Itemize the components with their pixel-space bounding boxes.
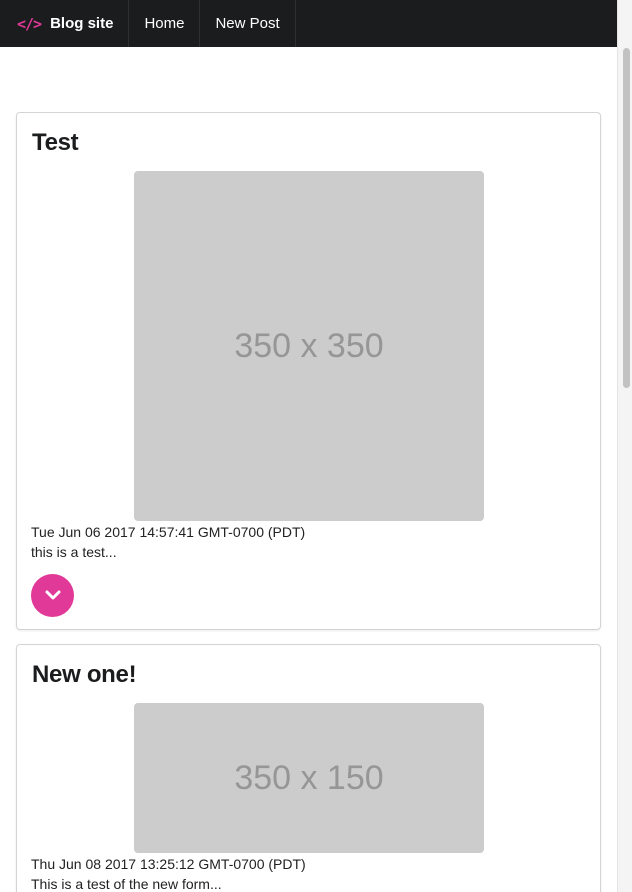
scrollbar-thumb[interactable] — [623, 48, 630, 388]
post-card: Test 350 x 350 Tue Jun 06 2017 14:57:41 … — [16, 112, 601, 630]
nav-item-home[interactable]: Home — [129, 0, 201, 47]
post-image-placeholder: 350 x 350 — [134, 171, 484, 521]
placeholder-text: 350 x 150 — [234, 758, 384, 797]
post-title: New one! — [32, 661, 137, 688]
placeholder-text: 350 x 350 — [234, 326, 384, 365]
chevron-down-icon — [45, 590, 60, 600]
post-card: New one! 350 x 150 Thu Jun 08 2017 13:25… — [16, 644, 601, 892]
expand-post-button[interactable] — [31, 574, 74, 617]
brand-label: Blog site — [50, 15, 114, 32]
post-excerpt: This is a test of the new form... — [31, 876, 222, 892]
nav-item-label: Home — [144, 15, 185, 32]
nav-item-label: New Post — [215, 15, 280, 32]
post-date: Thu Jun 08 2017 13:25:12 GMT-0700 (PDT) — [31, 856, 306, 872]
post-title: Test — [32, 129, 79, 156]
vertical-scrollbar[interactable] — [617, 0, 632, 892]
top-navbar: </> Blog site Home New Post — [0, 0, 617, 47]
post-image-placeholder: 350 x 150 — [134, 703, 484, 853]
nav-item-new-post[interactable]: New Post — [200, 0, 296, 47]
post-excerpt: this is a test... — [31, 544, 117, 560]
post-date: Tue Jun 06 2017 14:57:41 GMT-0700 (PDT) — [31, 524, 306, 540]
brand-link[interactable]: </> Blog site — [0, 0, 130, 47]
code-icon: </> — [17, 14, 42, 33]
